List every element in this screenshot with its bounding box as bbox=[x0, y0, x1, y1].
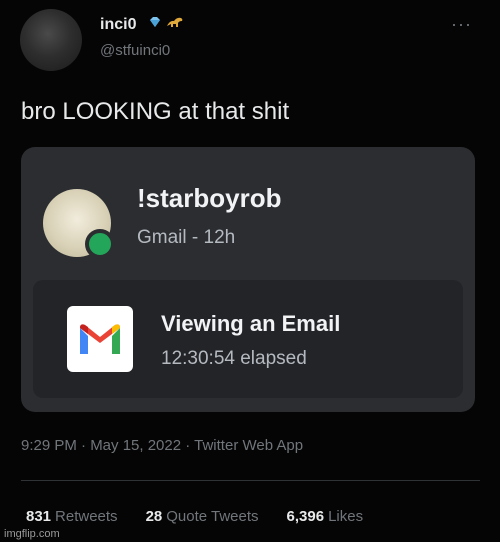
likes-label: Likes bbox=[328, 508, 364, 525]
quotes-label: Quote Tweets bbox=[166, 508, 259, 525]
more-options-icon[interactable]: ··· bbox=[451, 14, 472, 35]
online-status-icon bbox=[85, 229, 115, 259]
watermark: imgflip.com bbox=[4, 528, 60, 540]
quote-tweets-stat[interactable]: 28 Quote Tweets bbox=[146, 508, 259, 525]
retweets-stat[interactable]: 831 Retweets bbox=[26, 508, 118, 525]
tweet-text: bro LOOKING at that shit bbox=[21, 98, 290, 125]
retweets-label: Retweets bbox=[55, 508, 118, 525]
quotes-count: 28 bbox=[145, 508, 163, 525]
likes-count: 6,396 bbox=[286, 508, 325, 525]
gem-emoji-icon bbox=[148, 15, 162, 32]
divider bbox=[21, 480, 480, 481]
tweet-timestamp[interactable]: 9:29 PM · May 15, 2022 · Twitter Web App bbox=[21, 437, 303, 454]
discord-status-card: !starboyrob Gmail - 12h Viewing an Email… bbox=[21, 147, 475, 412]
activity-title: Viewing an Email bbox=[161, 311, 341, 336]
activity-panel: Viewing an Email 12:30:54 elapsed bbox=[33, 280, 463, 398]
tweet-stats: 831 Retweets 28 Quote Tweets 6,396 Likes bbox=[26, 508, 363, 525]
likes-stat[interactable]: 6,396 Likes bbox=[287, 508, 364, 525]
elapsed-time: 12:30:54 elapsed bbox=[161, 348, 307, 369]
gmail-icon bbox=[67, 306, 133, 372]
name-badges bbox=[148, 15, 185, 32]
tweet-author-avatar[interactable] bbox=[20, 9, 82, 71]
tweet-handle[interactable]: @stfuinci0 bbox=[100, 42, 170, 59]
retweets-count: 831 bbox=[26, 508, 52, 525]
activity-subtext: Gmail - 12h bbox=[137, 227, 236, 248]
dinosaur-emoji-icon bbox=[165, 15, 185, 32]
username: !starboyrob bbox=[137, 183, 282, 213]
tweet-display-name[interactable]: inci0 bbox=[100, 16, 136, 34]
